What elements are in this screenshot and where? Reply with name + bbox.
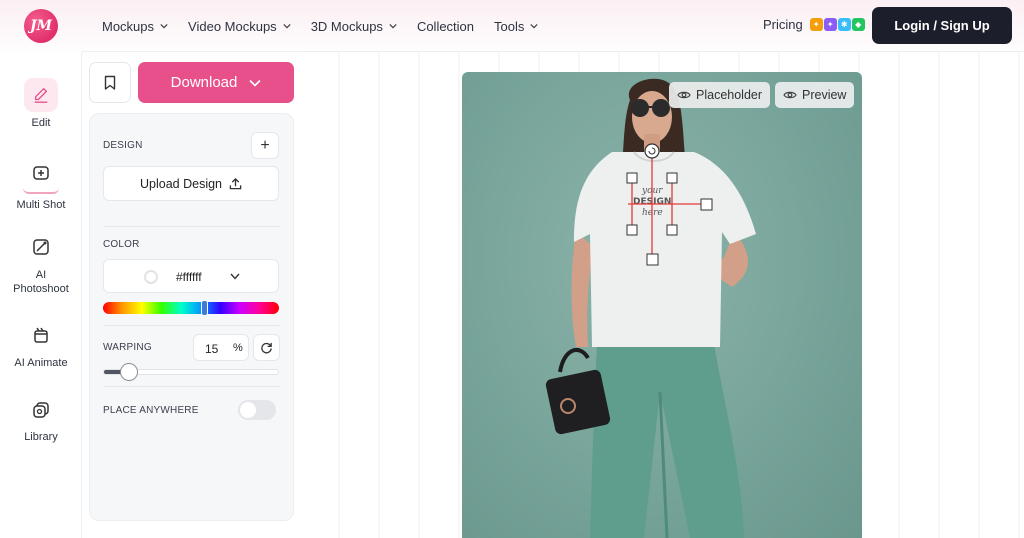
eye-icon bbox=[783, 91, 797, 99]
model-illustration: your DESIGN here bbox=[545, 78, 756, 538]
color-swatch bbox=[144, 270, 158, 284]
preview-label: Preview bbox=[802, 88, 847, 102]
pricing-badges: ✦ ✦ ✱ ◆ bbox=[809, 18, 866, 31]
pencil-icon bbox=[24, 78, 58, 112]
rail-label: Edit bbox=[31, 117, 51, 129]
upload-label: Upload Design bbox=[140, 176, 222, 191]
preview-button[interactable]: Preview bbox=[775, 82, 855, 108]
rail-item-ai-animate[interactable]: AI Animate bbox=[0, 318, 82, 370]
nav-mockups[interactable]: Mockups bbox=[102, 19, 168, 34]
section-divider bbox=[103, 325, 280, 326]
active-underline bbox=[23, 188, 59, 194]
rail-item-library[interactable]: Library bbox=[0, 392, 82, 444]
upload-icon bbox=[229, 177, 242, 190]
bookmark-button[interactable] bbox=[89, 62, 131, 103]
warping-value: 15 bbox=[205, 342, 219, 356]
nav-3d-mockups[interactable]: 3D Mockups bbox=[311, 19, 397, 34]
placeholder-button[interactable]: Placeholder bbox=[669, 82, 771, 108]
bookmark-icon bbox=[104, 75, 116, 90]
placeholder-label: Placeholder bbox=[696, 88, 763, 102]
warping-unit: % bbox=[233, 342, 243, 354]
chevron-down-icon bbox=[283, 23, 291, 29]
nav-label: Video Mockups bbox=[188, 18, 277, 34]
rail-item-ai-photoshoot[interactable]: AI Photoshoot bbox=[0, 230, 82, 296]
ai-animate-icon bbox=[24, 318, 58, 352]
sparkle-icon: ✦ bbox=[809, 18, 823, 31]
chevron-down-icon bbox=[389, 23, 397, 29]
rail-label: AI Photoshoot bbox=[13, 269, 69, 295]
nav-tools[interactable]: Tools bbox=[494, 18, 539, 34]
add-design-button[interactable]: + bbox=[251, 132, 279, 159]
login-signup-button[interactable]: Login / Sign Up bbox=[872, 7, 1012, 44]
nav-label: 3D Mockups bbox=[310, 18, 383, 34]
design-section-label: DESIGN bbox=[103, 140, 143, 151]
pricing-label: Pricing bbox=[763, 17, 803, 32]
chevron-down-icon bbox=[530, 23, 539, 29]
download-button[interactable]: Download bbox=[138, 62, 294, 103]
hue-slider[interactable] bbox=[103, 302, 279, 314]
brand-logo[interactable]: JM bbox=[24, 9, 58, 43]
toggle-knob bbox=[240, 402, 256, 418]
nav-collection[interactable]: Collection bbox=[417, 19, 474, 34]
warping-input[interactable]: 15 % bbox=[193, 334, 249, 361]
rail-label: AI Animate bbox=[14, 357, 68, 369]
library-icon bbox=[24, 392, 58, 426]
chevron-down-icon bbox=[160, 23, 168, 29]
header-divider bbox=[82, 51, 1024, 52]
pricing-link[interactable]: Pricing ✦ ✦ ✱ ◆ bbox=[763, 17, 866, 32]
warping-slider-thumb[interactable] bbox=[120, 363, 139, 381]
plus-icon: + bbox=[260, 136, 270, 154]
download-label: Download bbox=[170, 74, 238, 91]
upload-design-button[interactable]: Upload Design bbox=[103, 166, 279, 201]
nav-video-mockups[interactable]: Video Mockups bbox=[188, 19, 291, 34]
rail-item-edit[interactable]: Edit bbox=[0, 78, 82, 130]
color-select[interactable]: #ffffff bbox=[103, 259, 279, 293]
chevron-down-icon bbox=[230, 273, 240, 280]
sparkle-icon: ✦ bbox=[823, 18, 837, 31]
nav-label: Collection bbox=[416, 18, 475, 34]
refresh-icon bbox=[261, 342, 272, 354]
settings-panel: DESIGN + Upload Design COLOR #ffffff WAR… bbox=[89, 113, 294, 521]
reset-warping-button[interactable] bbox=[253, 334, 280, 361]
warping-section-label: WARPING bbox=[103, 342, 152, 353]
section-divider bbox=[103, 386, 280, 387]
ai-photoshoot-icon bbox=[24, 230, 58, 264]
color-section-label: COLOR bbox=[103, 239, 140, 250]
left-rail: Edit Multi Shot AI Photoshoot AI Animate… bbox=[0, 52, 82, 538]
rail-item-multi-shot[interactable]: Multi Shot bbox=[0, 156, 82, 212]
place-anywhere-label: PLACE ANYWHERE bbox=[103, 405, 199, 416]
main-nav: Mockups Video Mockups 3D Mockups Collect… bbox=[102, 0, 558, 52]
mockup-photo: your DESIGN here Placeholder Preview bbox=[462, 72, 862, 538]
nav-label: Tools bbox=[494, 18, 525, 34]
top-header: JM Mockups Video Mockups 3D Mockups Coll… bbox=[0, 0, 1024, 52]
snowflake-icon: ✱ bbox=[837, 18, 851, 31]
rail-label: Library bbox=[24, 431, 58, 443]
section-divider bbox=[103, 226, 280, 227]
eye-icon bbox=[677, 91, 691, 99]
color-value: #ffffff bbox=[176, 270, 202, 284]
nav-label: Mockups bbox=[102, 18, 155, 34]
chevron-down-icon bbox=[249, 79, 261, 87]
hue-slider-thumb[interactable] bbox=[201, 300, 208, 316]
multi-shot-icon bbox=[24, 156, 58, 190]
gem-icon: ◆ bbox=[851, 18, 865, 31]
place-anywhere-toggle[interactable] bbox=[238, 400, 276, 420]
rail-label: Multi Shot bbox=[16, 199, 66, 211]
